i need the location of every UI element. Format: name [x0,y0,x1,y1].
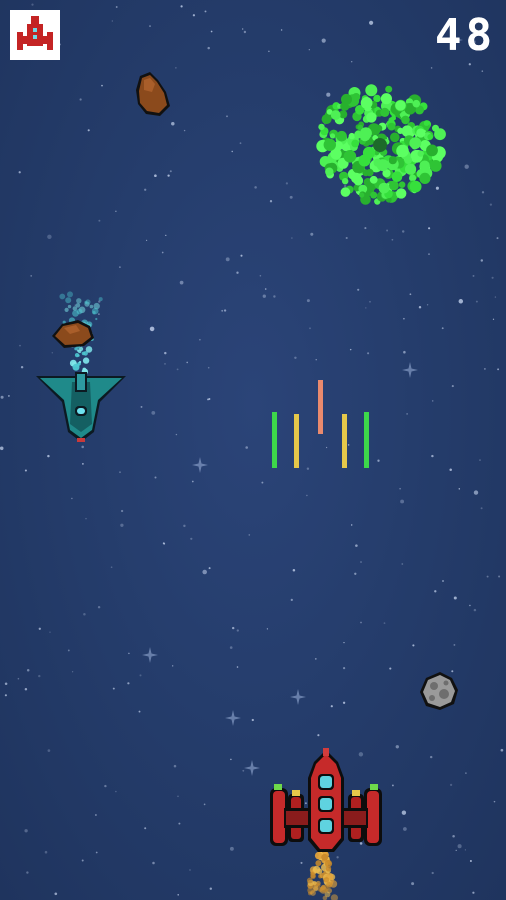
red-laser [318,380,323,434]
brown-asteroid-icon [136,72,170,116]
game-canvas[interactable]: 48 [0,0,506,900]
brown-asteroid-icon [52,320,94,348]
yellow-laser [294,414,299,468]
green-laser [364,412,369,468]
player-thrust-flame [306,848,338,900]
green-laser [272,412,277,468]
green-burst-icon [316,84,446,205]
yellow-laser [342,414,347,468]
grey-asteroid-icon [420,672,458,710]
red-ship-life-icon [10,10,60,60]
score-display: 48 [435,10,496,61]
enemy-ship-icon [36,372,126,442]
laser-volley [272,380,369,468]
player-ship-icon[interactable] [268,748,384,854]
